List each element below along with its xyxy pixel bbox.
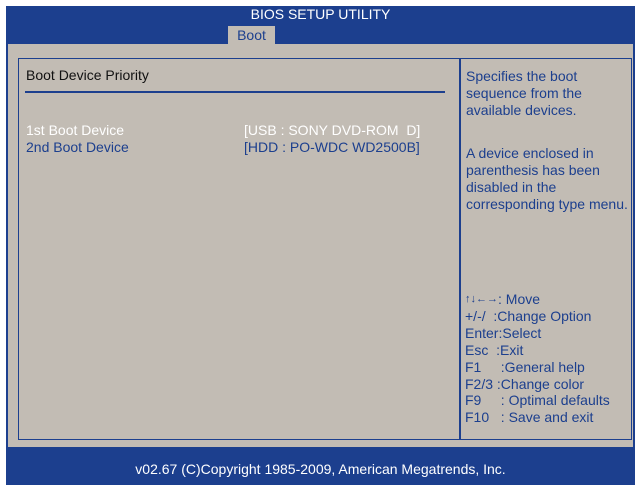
copyright-footer: v02.67 (C)Copyright 1985-2009, American … — [6, 447, 635, 485]
key-action: :General help — [481, 358, 585, 375]
boot-device-row-1[interactable]: 1st Boot Device [USB : SONY DVD-ROM D] — [26, 122, 456, 138]
help-description: Specifies the boot sequence from the ava… — [466, 68, 582, 118]
key-legend-row: Esc :Exit — [465, 342, 610, 359]
help-panel: Specifies the boot sequence from the ava… — [459, 58, 632, 440]
help-note: A device enclosed in parenthesis has bee… — [466, 145, 628, 212]
key-action: : Move — [498, 291, 541, 307]
key-name: F2/3 — [465, 375, 494, 392]
key-name: Esc — [465, 341, 489, 358]
tab-bar: Boot — [6, 23, 635, 44]
copyright-text: v02.67 (C)Copyright 1985-2009, American … — [135, 461, 506, 477]
key-action: :Change Option — [485, 307, 592, 324]
key-legend: ↑↓←→ : Move +/-/ :Change Option Enter :S… — [465, 291, 610, 426]
key-name: F10 — [465, 409, 490, 426]
boot-device-label: 2nd Boot Device — [26, 139, 129, 155]
key-legend-row: Enter :Select — [465, 325, 610, 342]
key-action: : Save and exit — [489, 409, 594, 426]
arrow-keys-icon: ↑↓←→ — [465, 293, 498, 305]
key-legend-row: F9 : Optimal defaults — [465, 392, 610, 409]
section-title: Boot Device Priority — [26, 67, 149, 83]
key-name: Enter — [465, 324, 499, 341]
boot-settings-panel: Boot Device Priority 1st Boot Device [US… — [18, 58, 461, 440]
key-action: :Select — [498, 324, 542, 341]
bios-title-bar: BIOS SETUP UTILITY — [6, 6, 635, 23]
key-action: : Optimal defaults — [481, 392, 610, 409]
boot-device-row-2[interactable]: 2nd Boot Device [HDD : PO-WDC WD2500B] — [26, 139, 456, 155]
key-name: F1 — [465, 358, 482, 375]
key-action: :Exit — [488, 341, 524, 358]
key-legend-row: +/-/ :Change Option — [465, 308, 610, 325]
key-action: :Change color — [493, 375, 585, 392]
bios-title: BIOS SETUP UTILITY — [250, 6, 391, 22]
key-name: F9 — [465, 392, 482, 409]
boot-device-value: [HDD : PO-WDC WD2500B] — [244, 139, 420, 155]
boot-device-value: [USB : SONY DVD-ROM D] — [244, 122, 421, 138]
key-name: +/-/ — [465, 307, 486, 324]
key-legend-row: F2/3 :Change color — [465, 376, 610, 393]
tab-boot[interactable]: Boot — [228, 26, 275, 44]
key-legend-row: F1 :General help — [465, 359, 610, 376]
key-legend-row: ↑↓←→ : Move — [465, 291, 610, 308]
key-legend-row: F10 : Save and exit — [465, 409, 610, 426]
section-divider — [25, 91, 445, 93]
content-area: Boot Device Priority 1st Boot Device [US… — [6, 44, 635, 447]
boot-device-label: 1st Boot Device — [26, 122, 125, 138]
tab-boot-label: Boot — [237, 27, 266, 43]
